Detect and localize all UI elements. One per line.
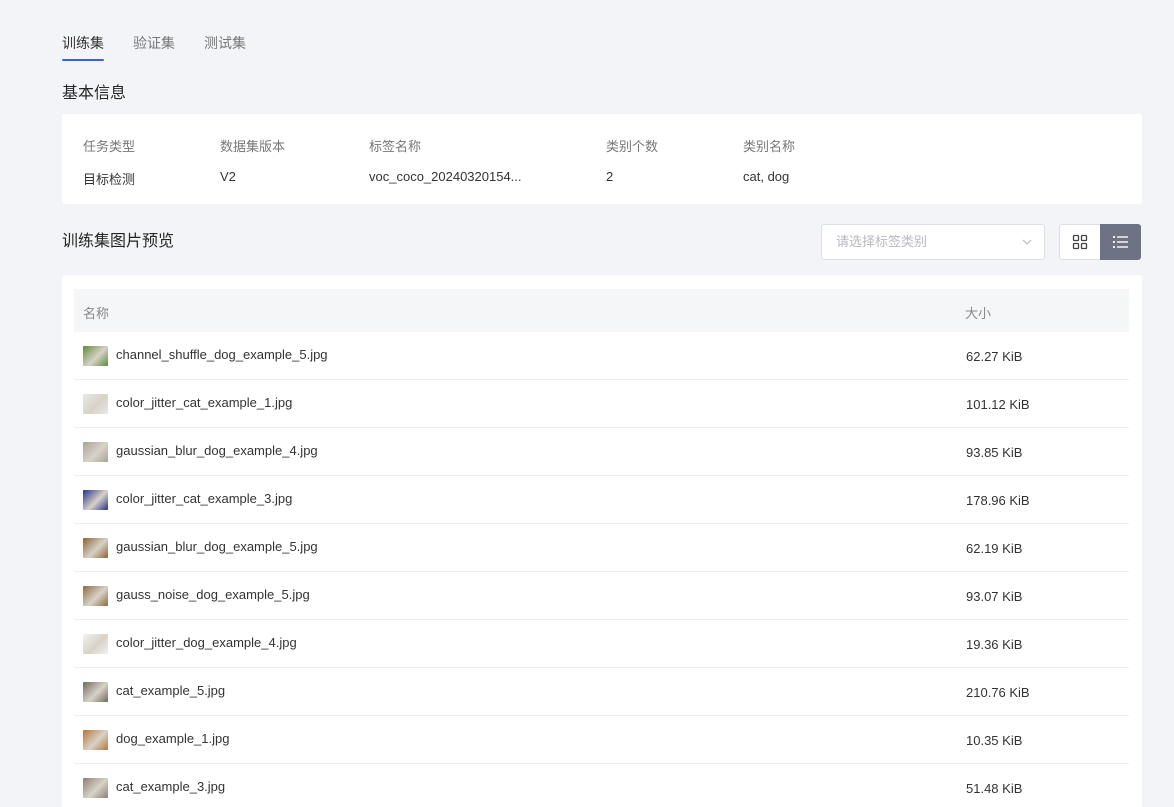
chevron-down-icon <box>1022 239 1032 245</box>
file-name: dog_example_1.jpg <box>116 731 230 746</box>
image-thumbnail[interactable] <box>83 394 108 414</box>
file-size: 101.12 KiB <box>966 397 1030 412</box>
file-size: 178.96 KiB <box>966 493 1030 508</box>
dataset-tabs: 训练集 验证集 测试集 <box>62 33 246 61</box>
info-label: 类别名称 <box>743 139 796 154</box>
file-name: color_jitter_cat_example_3.jpg <box>116 491 293 506</box>
table-row[interactable]: channel_shuffle_dog_example_5.jpg 62.27 K… <box>74 332 1129 380</box>
info-value: V2 <box>220 169 236 184</box>
image-thumbnail[interactable] <box>83 634 108 654</box>
column-name-header: 名称 <box>83 306 110 321</box>
file-size: 210.76 KiB <box>966 685 1030 700</box>
tab-train[interactable]: 训练集 <box>62 33 104 61</box>
image-thumbnail[interactable] <box>83 442 108 462</box>
info-value: 目标检测 <box>83 172 136 187</box>
info-value: 2 <box>606 169 614 184</box>
info-label: 类别个数 <box>606 139 659 154</box>
file-name: gauss_noise_dog_example_5.jpg <box>116 587 310 602</box>
file-name: color_jitter_cat_example_1.jpg <box>116 395 293 410</box>
table-row[interactable]: dog_example_1.jpg 10.35 KiB <box>74 716 1129 764</box>
label-category-select[interactable]: 请选择标签类别 <box>821 224 1045 260</box>
image-thumbnail[interactable] <box>83 586 108 606</box>
tab-test[interactable]: 测试集 <box>204 33 246 59</box>
info-value: cat, dog <box>743 169 790 184</box>
file-size: 93.85 KiB <box>966 445 1023 460</box>
image-thumbnail[interactable] <box>83 538 108 558</box>
info-label: 数据集版本 <box>220 139 286 154</box>
image-thumbnail[interactable] <box>83 346 108 366</box>
table-row[interactable]: color_jitter_dog_example_4.jpg 19.36 KiB <box>74 620 1129 668</box>
list-view-button[interactable] <box>1100 224 1141 260</box>
basic-info-card: 任务类型 目标检测 数据集版本 V2 标签名称 voc_coco_2024032… <box>62 114 1142 204</box>
file-size: 62.27 KiB <box>966 349 1023 364</box>
column-size-header: 大小 <box>965 306 992 321</box>
image-thumbnail[interactable] <box>83 778 108 798</box>
preview-title: 训练集图片预览 <box>62 233 175 250</box>
table-row[interactable]: cat_example_5.jpg 210.76 KiB <box>74 668 1129 716</box>
file-name: cat_example_3.jpg <box>116 779 226 794</box>
table-row[interactable]: gaussian_blur_dog_example_5.jpg 62.19 KiB <box>74 524 1129 572</box>
table-row[interactable]: color_jitter_cat_example_3.jpg 178.96 KiB <box>74 476 1129 524</box>
info-value: voc_coco_20240320154... <box>369 169 522 184</box>
file-name: gaussian_blur_dog_example_4.jpg <box>116 443 318 458</box>
table-row[interactable]: gaussian_blur_dog_example_4.jpg 93.85 KiB <box>74 428 1129 476</box>
image-thumbnail[interactable] <box>83 730 108 750</box>
file-name: gaussian_blur_dog_example_5.jpg <box>116 539 318 554</box>
table-row[interactable]: color_jitter_cat_example_1.jpg 101.12 KiB <box>74 380 1129 428</box>
info-class-names: 类别名称 cat, dog <box>743 136 795 184</box>
file-name: cat_example_5.jpg <box>116 683 226 698</box>
tab-validation[interactable]: 验证集 <box>133 33 175 59</box>
file-size: 51.48 KiB <box>966 781 1023 796</box>
info-task-type: 任务类型 目标检测 <box>83 136 135 188</box>
file-name: channel_shuffle_dog_example_5.jpg <box>116 347 328 362</box>
image-table: 名称 大小 channel_shuffle_dog_example_5.jpg 6… <box>62 275 1142 807</box>
file-size: 10.35 KiB <box>966 733 1023 748</box>
table-row[interactable]: cat_example_3.jpg 51.48 KiB <box>74 764 1129 807</box>
file-size: 93.07 KiB <box>966 589 1023 604</box>
list-view-icon <box>1112 235 1128 249</box>
grid-view-button[interactable] <box>1059 224 1100 260</box>
file-name: color_jitter_dog_example_4.jpg <box>116 635 297 650</box>
image-thumbnail[interactable] <box>83 682 108 702</box>
table-row[interactable]: gauss_noise_dog_example_5.jpg 93.07 KiB <box>74 572 1129 620</box>
grid-view-icon <box>1072 234 1088 250</box>
file-size: 19.36 KiB <box>966 637 1023 652</box>
info-dataset-version: 数据集版本 V2 <box>220 136 285 184</box>
info-label: 任务类型 <box>83 139 136 154</box>
file-size: 62.19 KiB <box>966 541 1023 556</box>
info-class-count: 类别个数 2 <box>606 136 658 184</box>
info-label: 标签名称 <box>369 139 422 154</box>
select-placeholder: 请选择标签类别 <box>836 234 928 249</box>
table-header: 名称 大小 <box>74 289 1129 332</box>
image-thumbnail[interactable] <box>83 490 108 510</box>
view-toggle <box>1059 224 1141 260</box>
info-label-name: 标签名称 voc_coco_20240320154... <box>369 136 522 184</box>
basic-info-title: 基本信息 <box>62 85 127 102</box>
